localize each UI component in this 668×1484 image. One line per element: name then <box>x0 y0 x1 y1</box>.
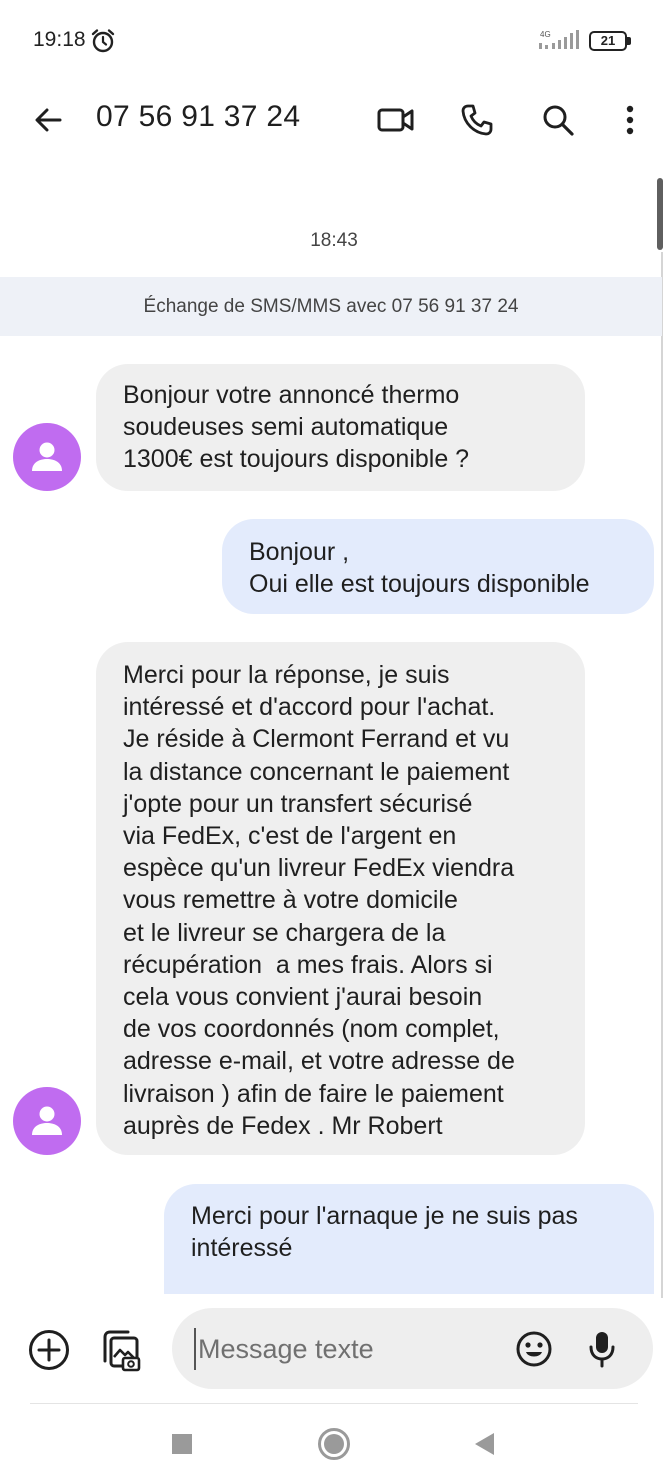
mic-icon[interactable] <box>578 1325 626 1373</box>
search-icon[interactable] <box>536 98 580 142</box>
signal-icon: 4G <box>537 28 581 52</box>
svg-text:4G: 4G <box>540 30 551 39</box>
scrollbar-track <box>661 252 663 1397</box>
compose-bar <box>0 1298 668 1403</box>
gallery-icon[interactable] <box>96 1326 144 1374</box>
emoji-icon[interactable] <box>510 1325 558 1373</box>
message-timestamp: 18:43 <box>310 230 358 251</box>
battery-level: 21 <box>589 31 627 51</box>
message-input-container <box>172 1308 653 1389</box>
more-vert-icon[interactable] <box>608 98 652 142</box>
battery-icon: 21 <box>589 31 631 51</box>
back-arrow-icon[interactable] <box>26 98 70 142</box>
back-triangle-icon[interactable] <box>466 1426 502 1462</box>
contact-avatar-icon[interactable] <box>13 1087 81 1155</box>
status-bar: 19:18 4G 21 <box>0 0 668 80</box>
conversation-title: 07 56 91 37 24 <box>96 100 301 133</box>
system-nav-bar <box>0 1404 668 1484</box>
add-circle-icon[interactable] <box>25 1326 73 1374</box>
status-time: 19:18 <box>33 28 86 51</box>
video-call-icon[interactable] <box>374 98 418 142</box>
alarm-icon <box>90 28 116 54</box>
message-bubble-outgoing[interactable]: Merci pour l'arnaque je ne suis pas inté… <box>164 1184 654 1294</box>
top-app-bar: 07 56 91 37 24 <box>0 80 668 160</box>
home-circle-icon[interactable] <box>316 1426 352 1462</box>
message-bubble-outgoing[interactable]: Bonjour , Oui elle est toujours disponib… <box>222 519 654 614</box>
message-bubble-incoming[interactable]: Merci pour la réponse, je suis intéressé… <box>96 642 585 1155</box>
message-bubble-incoming[interactable]: Bonjour votre annoncé thermo soudeuses s… <box>96 364 585 491</box>
conversation-info-banner: Échange de SMS/MMS avec 07 56 91 37 24 <box>0 277 662 336</box>
message-text-input[interactable] <box>194 1328 494 1370</box>
contact-avatar-icon[interactable] <box>13 423 81 491</box>
recents-square-icon[interactable] <box>164 1426 200 1462</box>
phone-icon[interactable] <box>455 98 499 142</box>
